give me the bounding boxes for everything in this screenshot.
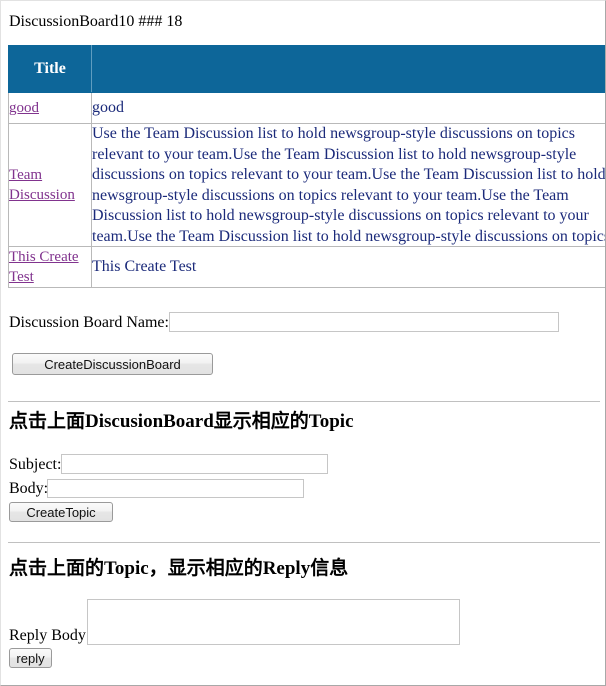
- table-cell-body: Use the Team Discussion list to hold new…: [91, 123, 606, 247]
- table-row: This Create Test This Create Test: [8, 246, 605, 288]
- subject-label: Subject:: [9, 456, 62, 473]
- discussion-board-table: Title good good Team Discussion Use the …: [8, 45, 605, 288]
- subject-input[interactable]: [61, 454, 328, 474]
- body-input[interactable]: [47, 479, 304, 498]
- table-cell-title: This Create Test: [8, 246, 92, 288]
- table-row: Team Discussion Use the Team Discussion …: [8, 123, 606, 247]
- discussion-board-name-input[interactable]: [169, 312, 559, 332]
- discussion-board-name-label: Discussion Board Name:: [9, 314, 169, 331]
- create-discussion-board-button[interactable]: CreateDiscussionBoard: [12, 353, 213, 375]
- column-header-body: [91, 45, 605, 93]
- board-body-text: Use the Team Discussion list to hold new…: [92, 125, 606, 245]
- reply-button[interactable]: reply: [9, 648, 52, 668]
- table-header: Title: [8, 45, 605, 93]
- table-cell-title: Team Discussion: [8, 123, 92, 247]
- table-cell-title: good: [8, 92, 92, 124]
- column-header-title: Title: [8, 45, 92, 93]
- browser-page-frame: DiscussionBoard10 ### 18 Title good good…: [0, 0, 606, 686]
- page-content: DiscussionBoard10 ### 18 Title good good…: [1, 1, 605, 685]
- board-link-team-discussion[interactable]: Team Discussion: [9, 167, 75, 203]
- table-body: good good Team Discussion Use the Team D…: [8, 92, 606, 288]
- board-body-text: good: [92, 98, 125, 116]
- board-link-this-create-test[interactable]: This Create Test: [9, 249, 79, 285]
- table-cell-body: good: [91, 92, 605, 124]
- reply-section-heading: 点击上面的Topic，显示相应的Reply信息: [9, 558, 349, 579]
- section-divider-1: [8, 401, 600, 402]
- reply-body-label: Reply Body:: [9, 627, 91, 644]
- table-header-row: Title: [8, 45, 605, 93]
- board-body-text: This Create Test: [92, 257, 197, 275]
- body-label: Body:: [9, 480, 49, 497]
- topic-section-heading: 点击上面DiscusionBoard显示相应的Topic: [9, 411, 354, 432]
- create-topic-button[interactable]: CreateTopic: [9, 502, 113, 522]
- table-cell-body: This Create Test: [91, 246, 605, 288]
- reply-body-textarea[interactable]: [87, 599, 460, 645]
- page-title: DiscussionBoard10 ### 18: [9, 13, 183, 30]
- board-link-good[interactable]: good: [9, 100, 39, 116]
- table-row: good good: [8, 92, 605, 124]
- section-divider-2: [8, 542, 600, 543]
